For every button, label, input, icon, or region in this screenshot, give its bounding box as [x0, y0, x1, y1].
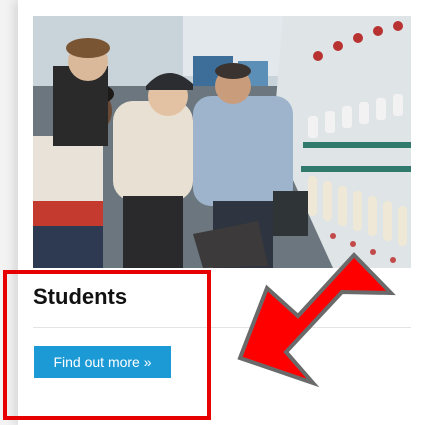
highlight-box	[3, 270, 211, 420]
students-photo	[33, 16, 411, 268]
page: Students Find out more »	[0, 0, 424, 425]
